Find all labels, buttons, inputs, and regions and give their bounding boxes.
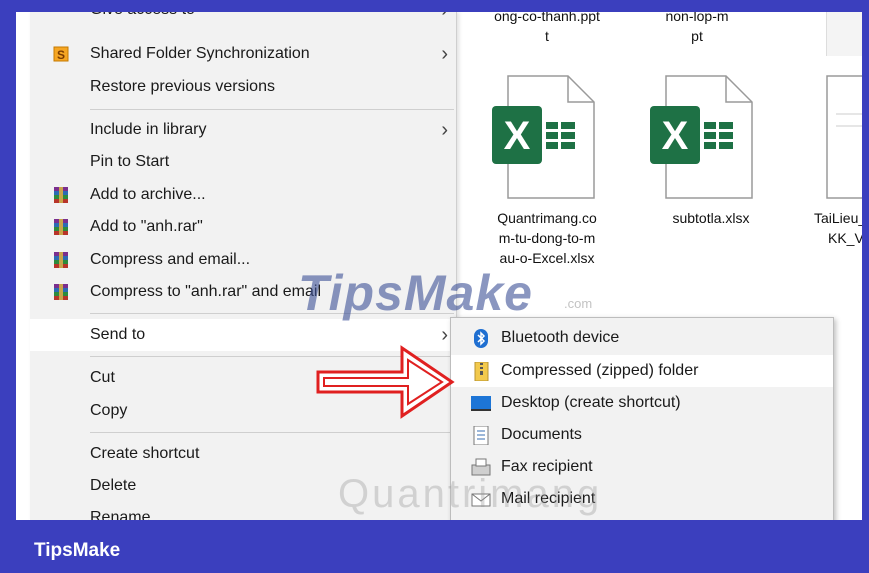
menu-item-label: Compressed (zipped) folder xyxy=(501,362,699,379)
menu-item-bluetooth-device[interactable]: Bluetooth device xyxy=(451,322,833,354)
file-name: Quantrimang.co m-tu-dong-to-m au-o-Excel… xyxy=(482,208,612,268)
file-item[interactable]: X subtotla.xlsx xyxy=(646,74,776,244)
bluetooth-icon xyxy=(474,329,488,348)
red-arrow-icon xyxy=(316,345,455,419)
menu-item-label: Copy xyxy=(90,402,128,419)
winrar-icon xyxy=(54,284,68,300)
zip-folder-icon xyxy=(474,362,489,381)
menu-item-compressed-zipped-folder[interactable]: Compressed (zipped) folder xyxy=(451,355,833,387)
menu-item-label: Cut xyxy=(90,369,115,386)
menu-separator xyxy=(90,432,454,433)
excel-file-icon: X xyxy=(492,75,595,199)
menu-item-shared-folder-sync[interactable]: S Shared Folder Synchronization › xyxy=(30,38,456,70)
svg-text:X: X xyxy=(662,114,689,158)
document-file-icon xyxy=(826,75,862,199)
menu-item-label: Add to archive... xyxy=(90,186,206,203)
menu-item-include-in-library[interactable]: Include in library › xyxy=(30,114,456,146)
file-item[interactable]: TaiLieu_ KK_V xyxy=(796,74,862,264)
file-name-line: non-lop-m xyxy=(665,12,729,24)
file-name-line: m-tu-dong-to-m xyxy=(498,230,596,246)
menu-item-add-to-archive[interactable]: Add to archive... xyxy=(30,179,456,211)
menu-item-label: Compress and email... xyxy=(90,251,251,268)
chevron-right-icon: › xyxy=(441,43,448,65)
menu-item-create-shortcut[interactable]: Create shortcut xyxy=(30,438,456,470)
file-name-line: subtotla.xlsx xyxy=(672,210,750,226)
menu-item-label: Restore previous versions xyxy=(90,78,275,95)
file-name-line: ong-co-thanh.ppt xyxy=(494,12,600,24)
menu-item-desktop-create-shortcut[interactable]: Desktop (create shortcut) xyxy=(451,387,833,419)
winrar-icon xyxy=(54,219,68,235)
menu-item-label: Rename xyxy=(90,509,151,520)
menu-separator xyxy=(90,109,454,110)
menu-item-label: Shared Folder Synchronization xyxy=(90,45,310,62)
file-name-line: Quantrimang.co xyxy=(497,210,597,226)
file-item[interactable]: X Quantrimang.co m-tu-dong-to-m au-o-Exc… xyxy=(482,74,612,284)
menu-item-label: Pin to Start xyxy=(90,153,170,170)
footer-brand: TipsMake xyxy=(34,540,121,561)
excel-file-icon: X xyxy=(650,75,753,199)
desktop-icon xyxy=(471,396,491,411)
chevron-right-icon: › xyxy=(441,12,448,26)
menu-item-label: Add to "anh.rar" xyxy=(90,218,203,235)
file-name-line: pt xyxy=(691,28,703,44)
watermark-tipsmake: TipsMake xyxy=(298,265,533,321)
menu-item-label: Give access to xyxy=(90,12,195,26)
winrar-icon xyxy=(54,187,68,203)
menu-item-add-to-anh-rar[interactable]: Add to "anh.rar" xyxy=(30,211,456,243)
menu-item-label: Bluetooth device xyxy=(501,329,620,346)
file-name-partial[interactable]: ong-co-thanh.ppt t xyxy=(472,12,622,46)
chevron-right-icon: › xyxy=(441,119,448,141)
svg-text:X: X xyxy=(504,114,531,158)
file-name: TaiLieu_ KK_V xyxy=(796,208,862,248)
file-name-line: KK_V xyxy=(828,230,862,246)
menu-item-label: Include in library xyxy=(90,121,207,138)
menu-item-label: Desktop (create shortcut) xyxy=(501,394,681,411)
menu-item-documents[interactable]: Documents xyxy=(451,419,833,451)
documents-icon xyxy=(473,426,489,445)
file-name: subtotla.xlsx xyxy=(646,208,776,228)
svg-text:S: S xyxy=(57,48,65,62)
file-name-line: TaiLieu_ xyxy=(814,210,862,226)
winrar-icon xyxy=(54,252,68,268)
menu-item-pin-to-start[interactable]: Pin to Start xyxy=(30,146,456,178)
file-name-line: t xyxy=(545,28,549,44)
menu-item-label: Compress to "anh.rar" and email xyxy=(90,283,322,300)
file-thumbnail-partial xyxy=(826,12,862,56)
menu-item-label: Send to xyxy=(90,326,146,343)
sync-s-icon: S xyxy=(53,46,69,62)
file-name-partial[interactable]: non-lop-m pt xyxy=(632,12,762,46)
menu-item-give-access[interactable]: Give access to › xyxy=(30,12,456,26)
menu-item-label: Documents xyxy=(501,426,582,443)
watermark-suffix: .com xyxy=(564,296,593,311)
menu-item-label: Create shortcut xyxy=(90,445,200,462)
watermark-quantrimang: Quantrimang xyxy=(338,472,603,516)
menu-item-label: Delete xyxy=(90,477,137,494)
screenshot-area: ong-co-thanh.ppt t non-lop-m pt X Quantr… xyxy=(16,12,862,520)
menu-item-restore-previous-versions[interactable]: Restore previous versions xyxy=(30,71,456,103)
